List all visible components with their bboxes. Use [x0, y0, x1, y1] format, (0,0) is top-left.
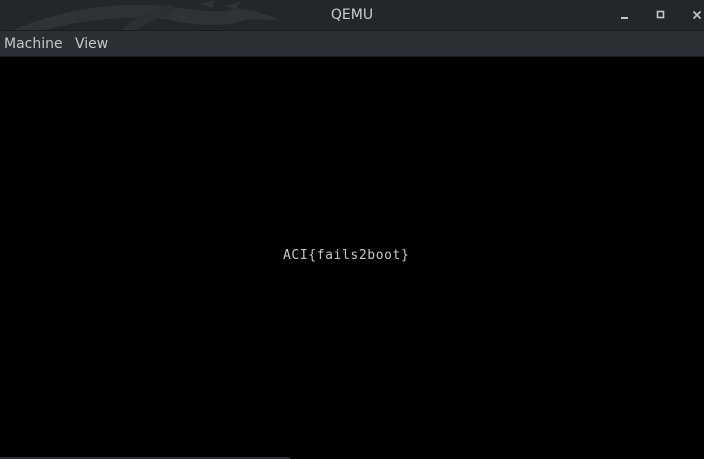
close-button[interactable]: [686, 5, 704, 25]
title-bar[interactable]: QEMU: [0, 0, 704, 31]
maximize-button[interactable]: [650, 5, 672, 25]
window-title: QEMU: [330, 7, 374, 23]
menu-bar: Machine View: [0, 31, 704, 57]
menu-view[interactable]: View: [71, 31, 112, 57]
console-output-text: ACI{fails2boot}: [283, 248, 410, 263]
menu-machine[interactable]: Machine: [0, 31, 67, 57]
minimize-icon: [621, 17, 628, 19]
close-icon: [692, 10, 702, 20]
vm-display[interactable]: ACI{fails2boot}: [0, 57, 704, 459]
qemu-window: QEMU Machine View ACI{fails2boot}: [0, 0, 704, 459]
maximize-icon: [656, 10, 665, 19]
minimize-button[interactable]: [614, 5, 636, 25]
